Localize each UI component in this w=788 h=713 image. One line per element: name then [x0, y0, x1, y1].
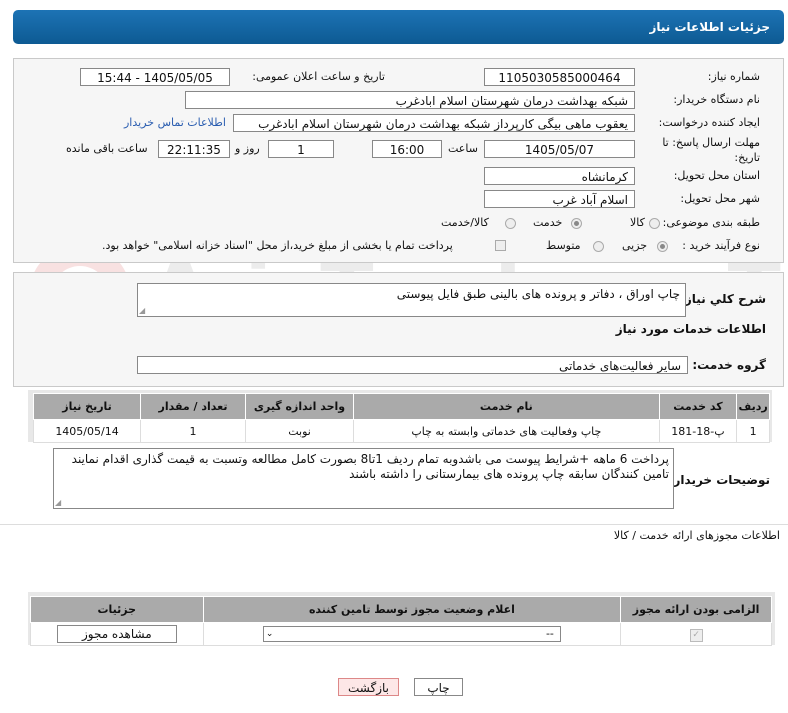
announce-label: تاریخ و ساعت اعلان عمومی: [252, 70, 385, 83]
permits-table-header: الزامی بودن ارائه مجوز اعلام وضعیت مجوز … [30, 596, 772, 623]
province-label: استان محل تحویل: [673, 169, 760, 182]
need-number-field: 1105030585000464 [484, 68, 635, 86]
service-group-label: گروه خدمت: [692, 358, 766, 372]
days-label: روز و [235, 142, 260, 155]
buyer-notes-label: توضیحات خریدار: [668, 473, 770, 487]
back-button[interactable]: بازگشت [338, 678, 399, 696]
col-row: ردیف [736, 393, 770, 420]
permits-title: اطلاعات مجوزهای ارائه خدمت / کالا [613, 529, 780, 542]
resize-handle-icon: ◢ [55, 498, 62, 507]
need-number-label: شماره نیاز: [707, 70, 760, 83]
cell-row: 1 [736, 419, 770, 443]
deadline-label-line2: تاریخ: [734, 151, 760, 164]
view-permit-button[interactable]: مشاهده مجوز [56, 625, 177, 643]
summary-field: چاپ اوراق ، دفاتر و پرونده های بالینی طب… [137, 283, 686, 317]
col-name: نام خدمت [353, 393, 660, 420]
days-field: 1 [268, 140, 334, 158]
city-label: شهر محل تحویل: [680, 192, 760, 205]
deadline-date-field: 1405/05/07 [484, 140, 635, 158]
table-row: 1 پ-18-181 چاپ وفعالیت های خدماتی وابسته… [32, 419, 770, 443]
category-radio-goods-service[interactable] [505, 218, 516, 229]
province-field: کرمانشاه [484, 167, 635, 185]
col-date: تاریخ نیاز [32, 393, 142, 420]
summary-text: چاپ اوراق ، دفاتر و پرونده های بالینی طب… [396, 287, 680, 301]
category-radio-service[interactable] [571, 218, 582, 229]
permits-divider [0, 524, 788, 525]
services-table-header: ردیف کد خدمت نام خدمت واحد اندازه گیری ت… [32, 393, 770, 420]
cell-unit: نوبت [244, 419, 355, 443]
category-label: طبقه بندی موضوعی: [662, 216, 760, 229]
col-code: کد خدمت [658, 393, 738, 420]
page-title: جزئیات اطلاعات نیاز [13, 10, 784, 44]
process-label: نوع فرآیند خرید : [682, 239, 760, 252]
city-field: اسلام آباد غرب [484, 190, 635, 208]
process-radio-medium[interactable] [593, 241, 604, 252]
cell-name: چاپ وفعالیت های خدماتی وابسته به چاپ [353, 419, 660, 443]
category-option-goods-service: کالا/خدمت [441, 216, 489, 229]
process-radio-minor[interactable] [657, 241, 668, 252]
payment-note: پرداخت تمام یا بخشی از مبلغ خرید،از محل … [102, 239, 453, 252]
services-section-title: اطلاعات خدمات مورد نیاز [615, 322, 766, 336]
payment-checkbox[interactable] [495, 240, 506, 251]
col-details: جزئیات [30, 596, 204, 623]
category-option-service: خدمت [533, 216, 563, 229]
cell-details: مشاهده مجوز [30, 622, 204, 646]
buyer-org-label: نام دستگاه خریدار: [673, 93, 760, 106]
time-label: ساعت [448, 142, 478, 155]
resize-handle-icon: ◢ [139, 306, 146, 315]
service-group-field: سایر فعالیت‌های خدماتی [137, 356, 688, 374]
process-option-medium: متوسط [546, 239, 581, 252]
permit-status-value: -- [545, 627, 554, 640]
buyer-notes-text: پرداخت 6 ماهه +شرایط پیوست می باشدوبه تم… [71, 452, 669, 481]
required-checkbox[interactable]: ✓ [689, 628, 703, 642]
info-panel [13, 58, 784, 263]
permits-table: الزامی بودن ارائه مجوز اعلام وضعیت مجوز … [30, 596, 772, 646]
services-table: ردیف کد خدمت نام خدمت واحد اندازه گیری ت… [32, 393, 770, 443]
print-button[interactable]: چاپ [414, 678, 463, 696]
process-option-minor: جزیی [622, 239, 648, 252]
buyer-notes-field: پرداخت 6 ماهه +شرایط پیوست می باشدوبه تم… [53, 448, 674, 509]
col-status: اعلام وضعیت مجوز توسط تامین کننده [202, 596, 622, 623]
permit-status-select[interactable]: -- ⌄ [262, 626, 561, 642]
contact-buyer-link[interactable]: اطلاعات تماس خریدار [124, 114, 226, 132]
table-row: ✓ -- ⌄ مشاهده مجوز [30, 622, 772, 646]
col-qty: تعداد / مقدار [140, 393, 246, 420]
creator-label: ایجاد کننده درخواست: [658, 116, 760, 129]
remaining-time-field: 22:11:35 [158, 140, 230, 158]
chevron-down-icon: ⌄ [265, 629, 274, 639]
announce-field: 1405/05/05 - 15:44 [80, 68, 230, 86]
cell-qty: 1 [140, 419, 246, 443]
remaining-label: ساعت باقی مانده [66, 142, 148, 155]
summary-label: شرح کلي نياز: [680, 292, 766, 306]
category-radio-goods[interactable] [649, 218, 660, 229]
buyer-org-field: شبکه بهداشت درمان شهرستان اسلام ابادغرب [185, 91, 635, 109]
cell-date: 1405/05/14 [32, 419, 142, 443]
cell-code: پ-18-181 [658, 419, 738, 443]
category-option-goods: کالا [630, 216, 645, 229]
col-unit: واحد اندازه گیری [244, 393, 355, 420]
deadline-time-field: 16:00 [372, 140, 442, 158]
cell-status: -- ⌄ [202, 622, 622, 646]
creator-field: یعقوب ماهی بیگی کارپرداز شبکه بهداشت درم… [233, 114, 635, 132]
col-required: الزامی بودن ارائه مجوز [620, 596, 772, 623]
cell-required: ✓ [620, 622, 772, 646]
